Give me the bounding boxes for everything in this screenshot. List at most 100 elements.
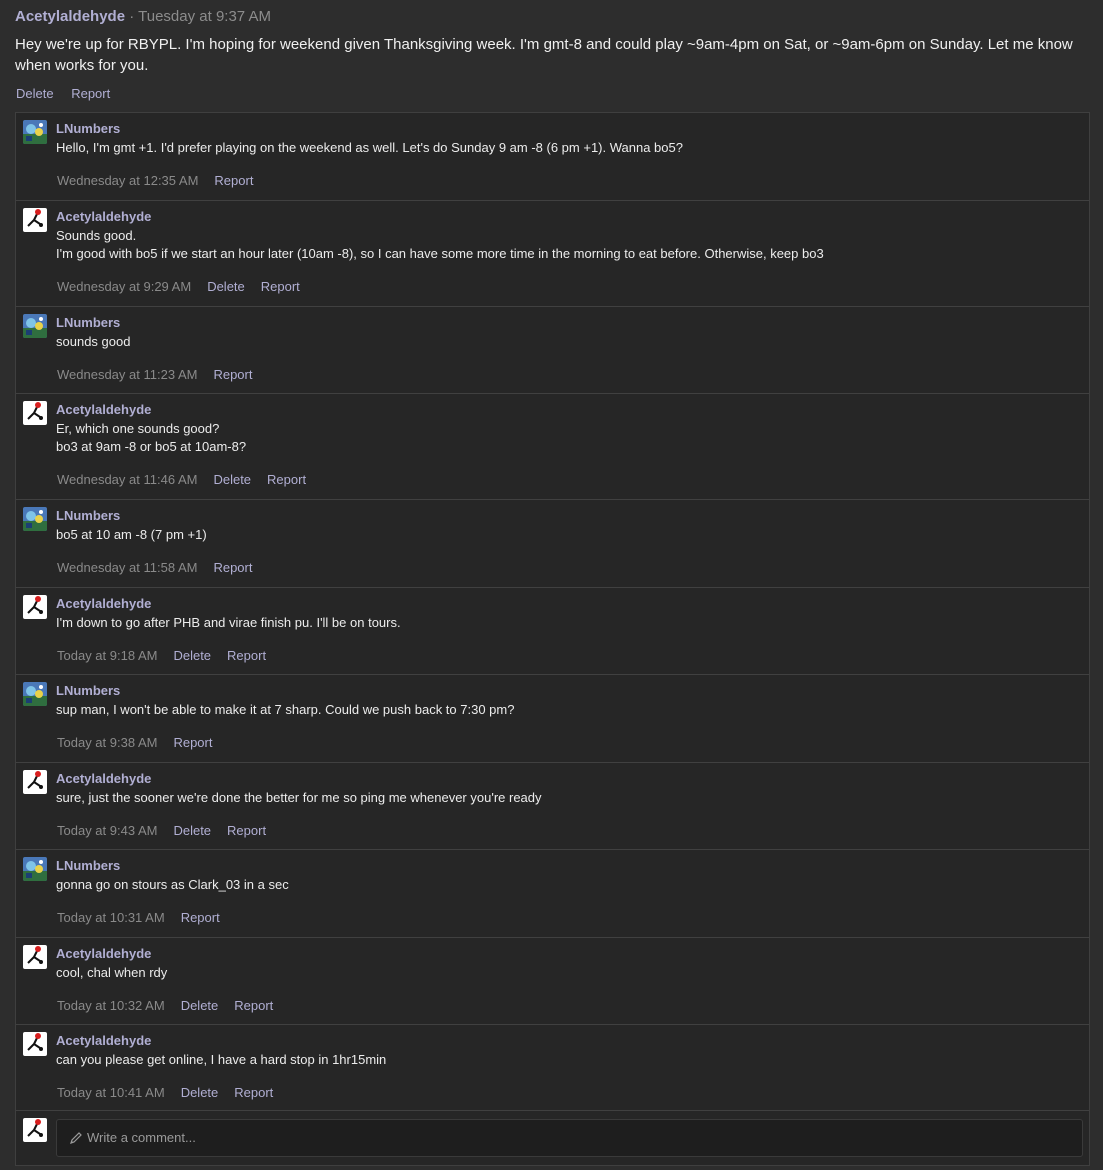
comment-item: LNumbers bo5 at 10 am -8 (7 pm +1) Wednesd… [16, 500, 1089, 588]
comment-author[interactable]: Acetylaldehyde [56, 209, 151, 224]
comment-meta: Today at 9:18 AM Delete Report [57, 648, 282, 663]
comment-item: Acetylaldehyde Sounds good. I'm good with … [16, 201, 1089, 307]
comment-author[interactable]: LNumbers [56, 121, 120, 136]
molecule-avatar[interactable] [23, 770, 47, 794]
molecule-avatar[interactable] [23, 401, 47, 425]
comment-input[interactable]: Write a comment... [56, 1119, 1083, 1157]
post-timestamp[interactable]: Tuesday at 9:37 AM [138, 8, 271, 25]
comment-line: Hello, I'm gmt +1. I'd prefer playing on… [56, 140, 683, 155]
comment-report-link[interactable]: Report [227, 823, 266, 838]
molecule-avatar[interactable] [23, 945, 47, 969]
comment-compose: Write a comment... [16, 1111, 1089, 1165]
comment-timestamp[interactable]: Wednesday at 11:23 AM [57, 367, 197, 382]
comment-author[interactable]: LNumbers [56, 683, 120, 698]
comment-item: Acetylaldehyde cool, chal when rdy Today a… [16, 938, 1089, 1025]
comment-meta: Wednesday at 11:46 AM Delete Report [57, 472, 322, 487]
pencil-icon [70, 1132, 82, 1144]
comment-item: LNumbers gonna go on stours as Clark_03 i… [16, 850, 1089, 938]
profile-post: Acetylaldehyde · Tuesday at 9:37 AM Hey … [0, 0, 1103, 1170]
post-body: Hey we're up for RBYPL. I'm hoping for w… [15, 36, 1073, 74]
comment-report-link[interactable]: Report [227, 648, 266, 663]
post-header: Acetylaldehyde · Tuesday at 9:37 AM [15, 8, 271, 25]
comment-delete-link[interactable]: Delete [213, 472, 251, 487]
comment-timestamp[interactable]: Today at 10:32 AM [57, 998, 165, 1013]
comment-delete-link[interactable]: Delete [207, 279, 245, 294]
comment-meta: Today at 9:38 AM Report [57, 735, 228, 750]
pokemon-scene-avatar[interactable] [23, 507, 47, 531]
comment-line: sure, just the sooner we're done the bet… [56, 790, 542, 805]
comment-author[interactable]: Acetylaldehyde [56, 596, 151, 611]
molecule-avatar[interactable] [23, 1118, 47, 1142]
pokemon-scene-avatar[interactable] [23, 120, 47, 144]
molecule-avatar[interactable] [23, 1032, 47, 1056]
comment-author[interactable]: Acetylaldehyde [56, 771, 151, 786]
comment-report-link[interactable]: Report [214, 173, 253, 188]
comment-meta: Today at 10:41 AM Delete Report [57, 1085, 289, 1100]
comment-meta: Wednesday at 12:35 AM Report [57, 173, 269, 188]
comment-timestamp[interactable]: Wednesday at 11:46 AM [57, 472, 197, 487]
comment-timestamp[interactable]: Today at 10:31 AM [57, 910, 165, 925]
comment-author[interactable]: LNumbers [56, 315, 120, 330]
comment-text: Sounds good. I'm good with bo5 if we star… [56, 227, 824, 263]
comment-item: LNumbers sounds good Wednesday at 11:23 AM… [16, 307, 1089, 394]
comment-delete-link[interactable]: Delete [181, 998, 219, 1013]
molecule-avatar[interactable] [23, 208, 47, 232]
comment-report-link[interactable]: Report [181, 910, 220, 925]
comment-delete-link[interactable]: Delete [181, 1085, 219, 1100]
comment-timestamp[interactable]: Today at 9:43 AM [57, 823, 157, 838]
comment-author[interactable]: LNumbers [56, 858, 120, 873]
comment-report-link[interactable]: Report [234, 998, 273, 1013]
comment-meta: Wednesday at 11:58 AM Report [57, 560, 268, 575]
pokemon-scene-avatar[interactable] [23, 314, 47, 338]
comment-line: cool, chal when rdy [56, 965, 168, 980]
comment-item: Acetylaldehyde I'm down to go after PHB a… [16, 588, 1089, 675]
comment-report-link[interactable]: Report [213, 367, 252, 382]
comment-placeholder: Write a comment... [87, 1130, 196, 1145]
comment-line: gonna go on stours as Clark_03 in a sec [56, 877, 289, 892]
comment-delete-link[interactable]: Delete [173, 823, 211, 838]
comment-author[interactable]: LNumbers [56, 508, 120, 523]
comment-timestamp[interactable]: Wednesday at 11:58 AM [57, 560, 197, 575]
comment-item: LNumbers Hello, I'm gmt +1. I'd prefer pl… [16, 113, 1089, 201]
post-delete-link[interactable]: Delete [16, 86, 54, 101]
comment-line: Er, which one sounds good? [56, 421, 220, 436]
comment-text: sup man, I won't be able to make it at 7… [56, 701, 514, 719]
comment-meta: Today at 10:31 AM Report [57, 910, 236, 925]
comment-report-link[interactable]: Report [267, 472, 306, 487]
post-report-link[interactable]: Report [71, 86, 110, 101]
comment-author[interactable]: Acetylaldehyde [56, 946, 151, 961]
comment-timestamp[interactable]: Today at 9:38 AM [57, 735, 157, 750]
comment-line: sounds good [56, 334, 131, 349]
comment-timestamp[interactable]: Today at 10:41 AM [57, 1085, 165, 1100]
comment-text: Er, which one sounds good? bo3 at 9am -8 … [56, 420, 246, 456]
comment-author[interactable]: Acetylaldehyde [56, 402, 151, 417]
comment-author[interactable]: Acetylaldehyde [56, 1033, 151, 1048]
comment-report-link[interactable]: Report [213, 560, 252, 575]
comment-list: LNumbers Hello, I'm gmt +1. I'd prefer pl… [15, 112, 1090, 1166]
comment-text: Hello, I'm gmt +1. I'd prefer playing on… [56, 139, 683, 157]
comment-text: cool, chal when rdy [56, 964, 167, 982]
comment-timestamp[interactable]: Wednesday at 12:35 AM [57, 173, 198, 188]
post-author[interactable]: Acetylaldehyde [15, 8, 125, 25]
comment-report-link[interactable]: Report [234, 1085, 273, 1100]
comment-text: sure, just the sooner we're done the bet… [56, 789, 542, 807]
comment-line: I'm good with bo5 if we start an hour la… [56, 246, 824, 261]
comment-line: Sounds good. [56, 228, 137, 243]
comment-text: sounds good [56, 333, 130, 351]
pokemon-scene-avatar[interactable] [23, 682, 47, 706]
comment-text: gonna go on stours as Clark_03 in a sec [56, 876, 289, 894]
comment-line: sup man, I won't be able to make it at 7… [56, 702, 515, 717]
comment-timestamp[interactable]: Wednesday at 9:29 AM [57, 279, 191, 294]
comment-delete-link[interactable]: Delete [173, 648, 211, 663]
comment-line: bo5 at 10 am -8 (7 pm +1) [56, 527, 207, 542]
header-separator: · [129, 8, 135, 25]
comment-report-link[interactable]: Report [261, 279, 300, 294]
comment-line: I'm down to go after PHB and virae finis… [56, 615, 401, 630]
molecule-avatar[interactable] [23, 595, 47, 619]
comment-line: can you please get online, I have a hard… [56, 1052, 387, 1067]
comment-report-link[interactable]: Report [173, 735, 212, 750]
comment-meta: Wednesday at 9:29 AM Delete Report [57, 279, 316, 294]
comment-timestamp[interactable]: Today at 9:18 AM [57, 648, 157, 663]
pokemon-scene-avatar[interactable] [23, 857, 47, 881]
comment-text: bo5 at 10 am -8 (7 pm +1) [56, 526, 207, 544]
